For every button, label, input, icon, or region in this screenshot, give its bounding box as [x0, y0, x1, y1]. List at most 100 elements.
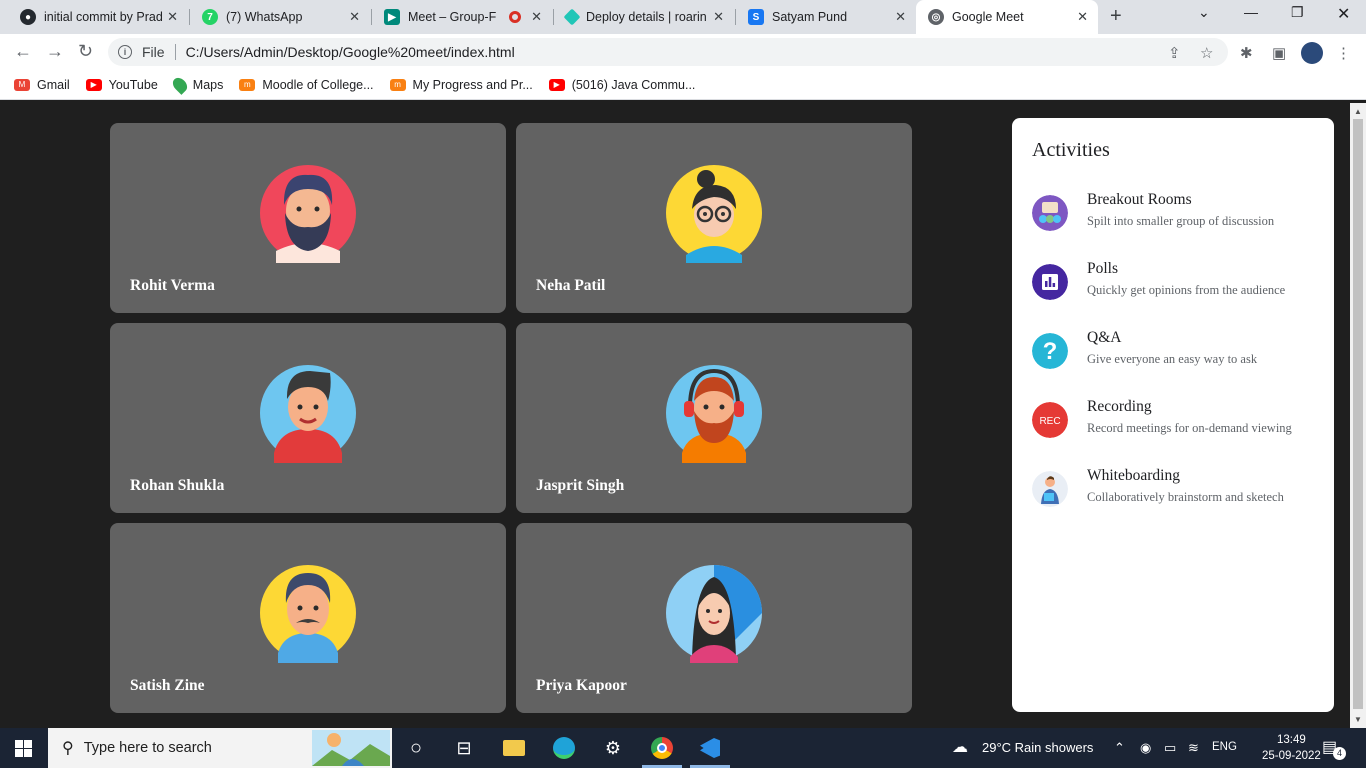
tab-title: Google Meet: [952, 10, 1024, 24]
close-tab-icon[interactable]: ✕: [1077, 9, 1088, 25]
svg-text:?: ?: [1043, 338, 1058, 365]
site-info-icon[interactable]: i: [118, 45, 132, 59]
maximize-button[interactable]: ❐: [1291, 4, 1304, 21]
bookmark-java[interactable]: ▶ (5016) Java Commu...: [548, 78, 695, 92]
address-bar: ← → ↻ i File C:/Users/Admin/Desktop/Goog…: [0, 34, 1366, 70]
close-tab-icon[interactable]: ✕: [531, 9, 542, 25]
windows-start-button[interactable]: [15, 740, 32, 757]
bookmark-maps[interactable]: Maps: [169, 74, 223, 95]
tab-search-icon[interactable]: ⌄: [1198, 4, 1210, 21]
extensions-icon[interactable]: ✱: [1240, 44, 1253, 62]
bookmark-progress[interactable]: m My Progress and Pr...: [389, 78, 533, 92]
menu-icon[interactable]: ⋮: [1336, 44, 1351, 62]
wifi-icon[interactable]: ≋: [1188, 740, 1199, 756]
man-mustache-avatar: [260, 565, 356, 663]
participant-tile[interactable]: Satish Zine: [110, 523, 506, 713]
tab-title: Deploy details | roarin: [586, 10, 706, 24]
participant-name: Priya Kapoor: [536, 677, 627, 694]
forward-icon[interactable]: →: [46, 41, 64, 62]
participant-tile[interactable]: Rohit Verma: [110, 123, 506, 313]
activity-description: Record meetings for on-demand viewing: [1087, 421, 1292, 435]
search-placeholder: Type here to search: [83, 740, 212, 756]
browser-tab[interactable]: 7 (7) WhatsApp ✕: [190, 0, 370, 34]
close-tab-icon[interactable]: ✕: [895, 9, 906, 25]
weather-text[interactable]: 29°C Rain showers: [982, 740, 1093, 755]
moodle-icon: m: [389, 78, 406, 91]
vscode-icon[interactable]: [698, 736, 722, 760]
activity-description: Collaboratively brainstorm and sketech: [1087, 490, 1284, 504]
taskbar-search[interactable]: ⚲ Type here to search: [48, 728, 392, 768]
bookmark-youtube[interactable]: ▶ YouTube: [85, 78, 158, 92]
svg-text:REC: REC: [1039, 416, 1060, 427]
clock-time: 13:49: [1277, 734, 1306, 746]
location-icon[interactable]: ◉: [1140, 740, 1151, 756]
browser-tab[interactable]: ● initial commit by Prad ✕: [8, 0, 188, 34]
scheme-label: File: [142, 44, 165, 60]
activity-description: Give everyone an easy way to ask: [1087, 352, 1258, 366]
activity-name: Polls: [1087, 260, 1119, 277]
man-hoodie-avatar: [260, 365, 356, 463]
activity-description: Spilt into smaller group of discussion: [1087, 214, 1275, 228]
settings-gear-icon[interactable]: ⚙: [601, 736, 625, 760]
cortana-icon[interactable]: ○: [404, 736, 428, 760]
profile-avatar[interactable]: [1301, 42, 1323, 64]
participant-tile[interactable]: Rohan Shukla: [110, 323, 506, 513]
meeting-stage: Rohit Verma Neha Patil Rohan Shukla Jasp…: [0, 103, 1350, 728]
close-tab-icon[interactable]: ✕: [713, 9, 724, 25]
new-tab-button[interactable]: +: [1110, 5, 1122, 28]
search-icon: ⚲: [62, 740, 74, 757]
browser-tab[interactable]: Deploy details | roarin ✕: [554, 0, 734, 34]
back-icon[interactable]: ←: [14, 41, 32, 62]
browser-tab[interactable]: S Satyam Pund ✕: [736, 0, 916, 34]
language-indicator[interactable]: ENG: [1212, 741, 1237, 753]
close-window-button[interactable]: ✕: [1337, 4, 1350, 24]
breakout-rooms-icon: [1032, 195, 1068, 231]
task-view-icon[interactable]: ⊟: [452, 736, 476, 760]
scrollbar-thumb[interactable]: [1353, 119, 1363, 709]
scroll-down-icon[interactable]: ▼: [1354, 715, 1362, 724]
share-icon[interactable]: ⇪: [1168, 44, 1181, 62]
bookmarks-bar: M Gmail ▶ YouTube Maps m Moodle of Colle…: [0, 70, 1366, 100]
participant-tile[interactable]: Priya Kapoor: [516, 523, 912, 713]
clock[interactable]: 13:49 25-09-2022: [1262, 732, 1321, 764]
browser-tab-active[interactable]: ◎ Google Meet ✕: [916, 0, 1098, 34]
battery-icon[interactable]: ▭: [1164, 740, 1176, 756]
tab-title: Satyam Pund: [772, 10, 848, 24]
activity-whiteboarding[interactable]: Whiteboarding Collaboratively brainstorm…: [1032, 467, 1332, 517]
whatsapp-icon: 7: [202, 9, 218, 25]
bookmark-moodle[interactable]: m Moodle of College...: [239, 78, 374, 92]
search-highlight-icon: [312, 730, 390, 766]
close-tab-icon[interactable]: ✕: [167, 9, 178, 25]
participant-tile[interactable]: Jasprit Singh: [516, 323, 912, 513]
minimize-button[interactable]: —: [1244, 4, 1258, 20]
side-panel-icon[interactable]: ▣: [1272, 44, 1286, 62]
omnibox[interactable]: i File C:/Users/Admin/Desktop/Google%20m…: [108, 38, 1228, 66]
bookmark-star-icon[interactable]: ☆: [1200, 44, 1213, 62]
activity-breakout-rooms[interactable]: Breakout Rooms Spilt into smaller group …: [1032, 191, 1332, 241]
participant-name: Jasprit Singh: [536, 477, 625, 494]
activity-recording[interactable]: REC Recording Record meetings for on-dem…: [1032, 398, 1332, 448]
rec-icon: REC: [1032, 402, 1068, 438]
github-icon: ●: [20, 9, 36, 25]
gmail-icon: M: [14, 78, 30, 91]
activity-polls[interactable]: Polls Quickly get opinions from the audi…: [1032, 260, 1332, 310]
activity-qa[interactable]: ? Q&A Give everyone an easy way to ask: [1032, 329, 1332, 379]
weather-icon[interactable]: ☁: [952, 737, 968, 757]
bookmark-gmail[interactable]: M Gmail: [14, 78, 70, 92]
chrome-icon[interactable]: [650, 736, 674, 760]
page-scrollbar[interactable]: ▲ ▼: [1350, 103, 1366, 728]
edge-icon[interactable]: [552, 736, 576, 760]
participant-name: Satish Zine: [130, 677, 205, 694]
globe-icon: ◎: [928, 9, 944, 25]
reload-icon[interactable]: ↻: [78, 41, 93, 62]
taskbar: ⚲ Type here to search ○ ⊟ ⚙ ☁ 29°C Rain …: [0, 728, 1366, 768]
scroll-up-icon[interactable]: ▲: [1354, 107, 1362, 116]
browser-tab[interactable]: ▶ Meet – Group-F ✕: [372, 0, 552, 34]
participant-tile[interactable]: Neha Patil: [516, 123, 912, 313]
show-hidden-icons-icon[interactable]: ⌃: [1114, 740, 1125, 756]
participant-name: Neha Patil: [536, 277, 606, 294]
url-text[interactable]: C:/Users/Admin/Desktop/Google%20meet/ind…: [186, 44, 515, 60]
youtube-icon: ▶: [85, 78, 102, 91]
file-explorer-icon[interactable]: [502, 736, 526, 760]
close-tab-icon[interactable]: ✕: [349, 9, 360, 25]
